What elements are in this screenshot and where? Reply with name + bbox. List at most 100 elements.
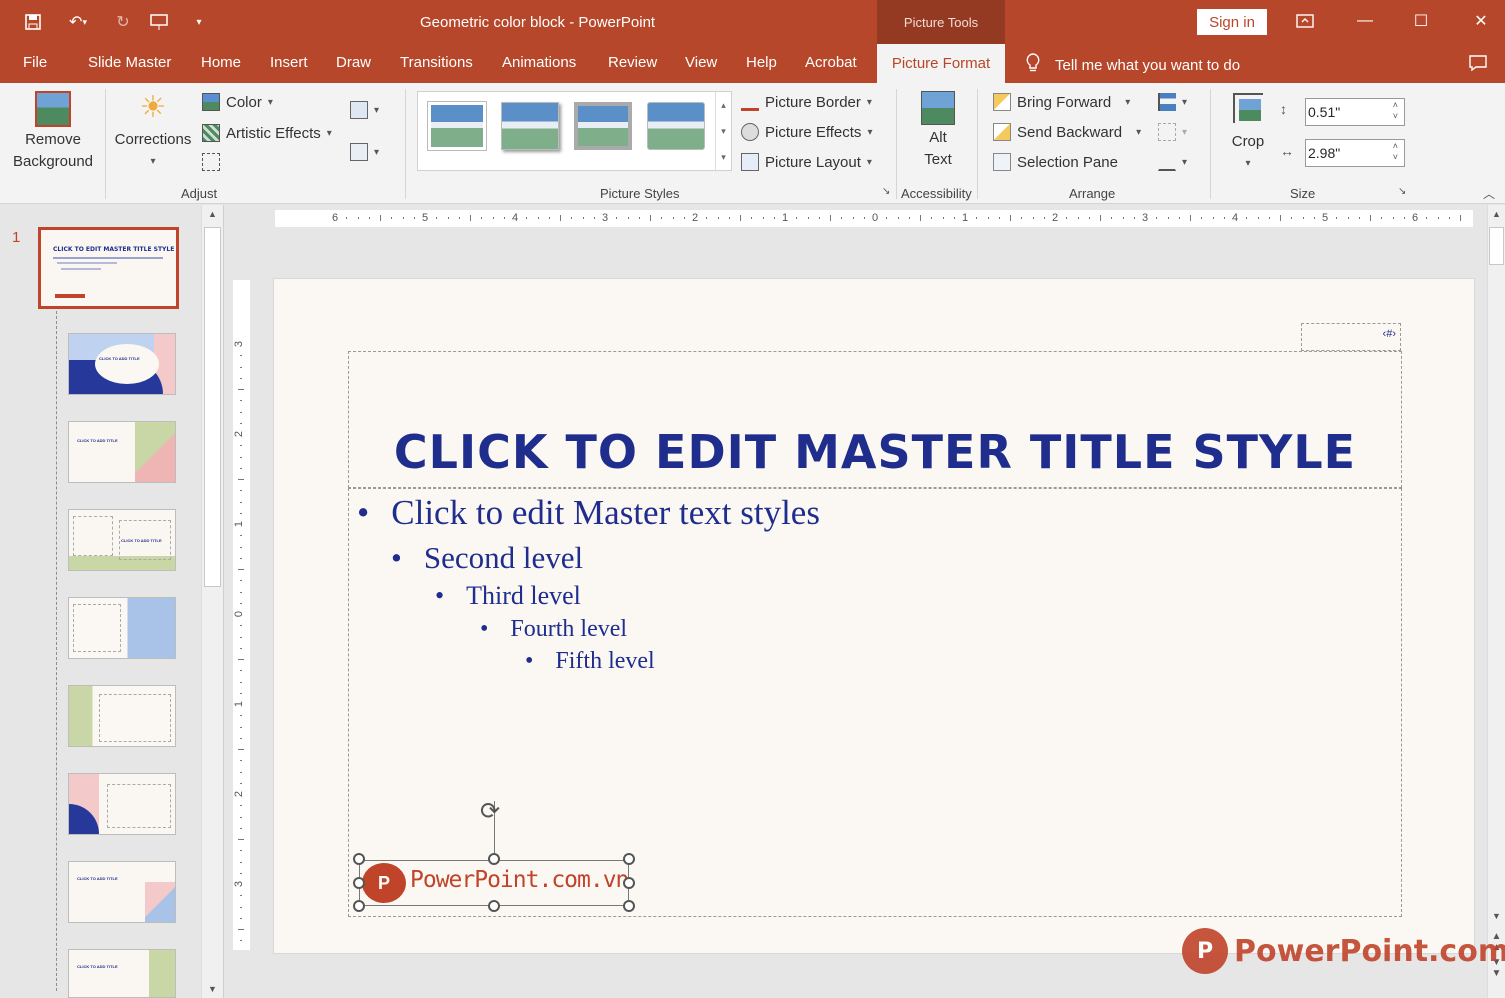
ruler-tick-mark (238, 389, 244, 390)
size-dialog-launcher-icon[interactable]: ↘ (1398, 186, 1406, 197)
resize-handle[interactable] (623, 853, 635, 865)
picture-effects-button[interactable]: Picture Effects ▾ (741, 123, 872, 141)
present-icon[interactable] (146, 10, 172, 34)
undo-icon[interactable]: ↶ ▾ (58, 10, 98, 34)
resize-handle[interactable] (623, 900, 635, 912)
scroll-thumb[interactable] (204, 227, 221, 587)
tab-acrobat[interactable]: Acrobat (805, 54, 857, 71)
ruler-tick-mark (346, 217, 348, 219)
resize-handle[interactable] (353, 900, 365, 912)
comments-icon[interactable] (1468, 54, 1488, 75)
body-placeholder[interactable]: • Click to edit Master text styles • Secon… (348, 488, 1402, 917)
resize-handle[interactable] (353, 853, 365, 865)
picture-style-2[interactable] (501, 102, 559, 150)
scroll-up-icon[interactable]: ▲ (202, 209, 223, 219)
resize-handle[interactable] (353, 877, 365, 889)
picture-border-button[interactable]: Picture Border ▾ (741, 93, 872, 111)
picture-layout-button[interactable]: Picture Layout ▾ (741, 153, 872, 171)
scroll-thumb[interactable] (1489, 227, 1504, 265)
height-field[interactable]: 0.51" ˄ ˅ (1305, 98, 1405, 126)
remove-background-button[interactable]: Remove Background (6, 91, 100, 173)
ruler-tick-mark (240, 400, 242, 402)
rotate-button[interactable]: ▾ (1158, 153, 1187, 171)
resize-handle[interactable] (623, 877, 635, 889)
slide-scrollbar[interactable]: ▲ ▼ ▲ ▲ ▼ ▼ (1487, 205, 1505, 998)
send-backward-label: Send Backward (1017, 123, 1123, 141)
alt-text-button[interactable]: Alt Text (906, 91, 970, 171)
align-button[interactable]: ▾ (1158, 93, 1187, 111)
tab-home[interactable]: Home (201, 54, 241, 71)
picture-style-4[interactable] (647, 102, 705, 150)
tab-insert[interactable]: Insert (270, 54, 308, 71)
width-field[interactable]: 2.98" ˄ ˅ (1305, 139, 1405, 167)
layout-thumbnail-5[interactable] (68, 685, 176, 747)
change-picture-button[interactable]: ▾ (350, 143, 379, 161)
crop-button[interactable]: Crop ▾ (1222, 93, 1274, 175)
group-button[interactable]: ▾ (1158, 123, 1187, 141)
artistic-effects-button[interactable]: Artistic Effects ▾ (202, 124, 332, 142)
customize-qat-icon[interactable]: ▾ (186, 10, 212, 34)
redo-icon[interactable]: ↻ (110, 10, 136, 34)
tell-me-box[interactable]: Tell me what you want to do (1025, 53, 1240, 77)
tab-review[interactable]: Review (608, 54, 657, 71)
scroll-down-icon[interactable]: ▼ (1488, 911, 1505, 921)
collapse-ribbon-icon[interactable]: ︿ (1483, 185, 1495, 202)
ruler-tick-mark (240, 490, 242, 492)
slide[interactable]: ‹#› CLICK TO EDIT MASTER TITLE STYLE • Cl… (273, 278, 1475, 954)
tab-file[interactable]: File (23, 54, 47, 71)
tab-help[interactable]: Help (746, 54, 777, 71)
tab-view[interactable]: View (685, 54, 717, 71)
bring-forward-button[interactable]: Bring Forward ▾ (993, 93, 1130, 111)
picture-style-1[interactable] (428, 102, 486, 150)
picture-styles-gallery[interactable]: ▴ ▾ ▾ (417, 91, 732, 171)
scroll-down-icon[interactable]: ▼ (202, 984, 223, 994)
ruler-tick-mark (1392, 217, 1394, 219)
compress-pictures-button[interactable]: ▾ (350, 101, 379, 119)
tab-animations[interactable]: Animations (502, 54, 576, 71)
picture-effects-label: Picture Effects (765, 123, 862, 141)
date-placeholder[interactable]: ‹#› (1301, 323, 1401, 351)
send-backward-button[interactable]: Send Backward ▾ (993, 123, 1141, 141)
ruler-tick-mark (1370, 215, 1371, 221)
layout-thumbnail-1[interactable]: CLICK TO ADD TITLE (68, 333, 176, 395)
sign-in-button[interactable]: Sign in (1197, 9, 1267, 35)
width-value: 2.98" (1308, 145, 1341, 161)
layout-thumbnail-4[interactable] (68, 597, 176, 659)
ruler-tick-mark (830, 215, 831, 221)
layout-thumbnail-8[interactable]: CLICK TO ADD TITLE (68, 949, 176, 998)
layout-thumbnail-6[interactable] (68, 773, 176, 835)
resize-handle[interactable] (488, 853, 500, 865)
artistic-effects-icon (202, 124, 220, 142)
color-button[interactable]: Color ▾ (202, 93, 273, 111)
maximize-icon[interactable]: ☐ (1406, 8, 1436, 34)
ruler-tick-label: 5 (422, 212, 429, 224)
tab-draw[interactable]: Draw (336, 54, 371, 71)
layout-thumbnail-3[interactable]: CLICK TO ADD TITLE (68, 509, 176, 571)
transparency-button[interactable] (202, 153, 220, 171)
rotate-handle-icon[interactable]: ⟳ (480, 797, 500, 826)
ribbon: Remove Background ☀ Corrections ▾ Color ▾… (0, 83, 1505, 204)
scroll-up-icon[interactable]: ▲ (1488, 209, 1505, 219)
dialog-launcher-icon[interactable]: ↘ (882, 186, 890, 197)
gallery-scroll[interactable]: ▴ ▾ ▾ (715, 92, 731, 170)
close-icon[interactable]: ✕ (1466, 8, 1496, 34)
resize-handle[interactable] (488, 900, 500, 912)
tab-slide-master[interactable]: Slide Master (88, 54, 171, 71)
tab-picture-format[interactable]: Picture Format (877, 44, 1005, 83)
ruler-tick-label: 2 (233, 790, 246, 798)
ruler-tick-mark (240, 501, 242, 503)
ruler-tick-mark (852, 217, 854, 219)
title-placeholder[interactable]: CLICK TO EDIT MASTER TITLE STYLE (348, 351, 1402, 488)
tab-transitions[interactable]: Transitions (400, 54, 473, 71)
corrections-button[interactable]: ☀ Corrections ▾ (110, 91, 196, 173)
layout-thumbnail-7[interactable]: CLICK TO ADD TITLE (68, 861, 176, 923)
thumbnail-scrollbar[interactable]: ▲ ▼ (201, 205, 223, 998)
picture-style-3[interactable] (574, 102, 632, 150)
minimize-icon[interactable]: — (1350, 8, 1380, 34)
layout-thumbnail-2[interactable]: CLICK TO ADD TITLE (68, 421, 176, 483)
master-thumbnail[interactable]: CLICK TO EDIT MASTER TITLE STYLE (38, 227, 179, 309)
save-icon[interactable] (20, 10, 46, 34)
ribbon-display-icon[interactable] (1290, 8, 1320, 34)
ruler-tick-mark (240, 895, 242, 897)
selection-pane-button[interactable]: Selection Pane (993, 153, 1118, 171)
